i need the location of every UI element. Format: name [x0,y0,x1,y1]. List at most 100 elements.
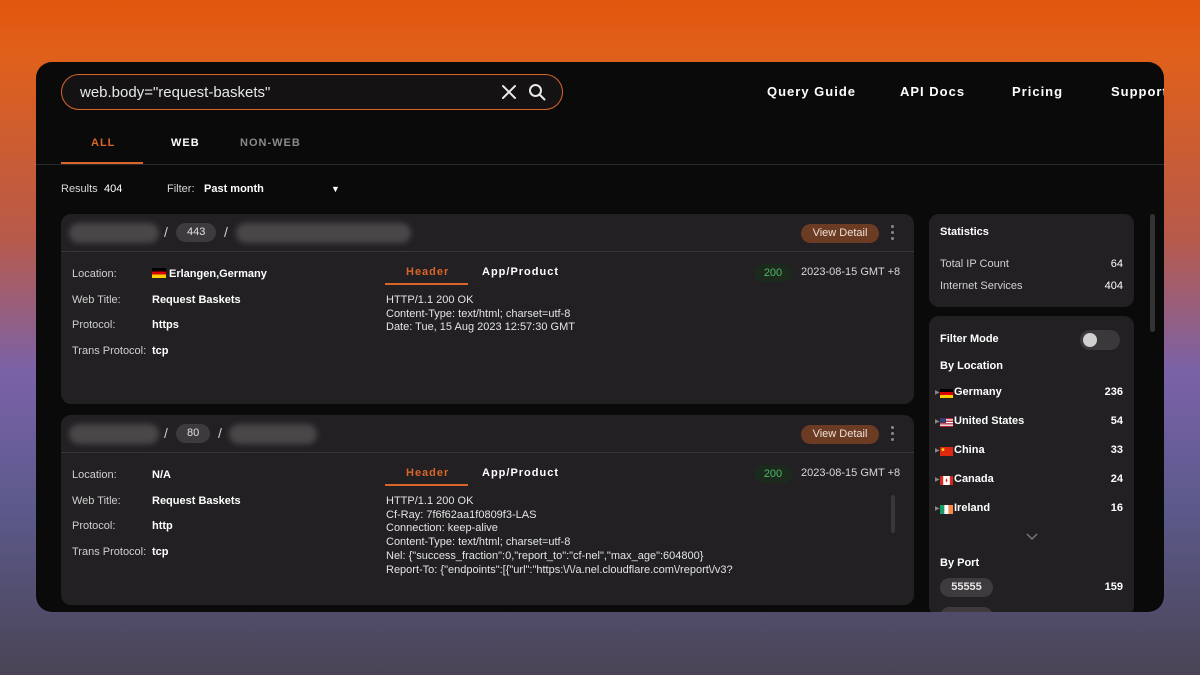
http-response-headers: HTTP/1.1 200 OK Cf-Ray: 7f6f62aa1f0809f3… [386,495,733,576]
statistics-title: Statistics [940,226,989,238]
internet-services-value: 404 [1104,280,1123,292]
ireland-flag-icon [940,505,953,514]
location-filter-canada[interactable]: ▶ Canada 24 [935,473,1123,489]
app-window: web.body="request-baskets" Query Guide A… [36,62,1164,612]
caret-right-icon: ▶ [935,390,940,396]
search-input[interactable]: web.body="request-baskets" [80,84,492,101]
chevron-down-icon[interactable]: ▼ [331,184,340,194]
filter-label: Filter: [167,183,195,195]
location-filter-ireland[interactable]: ▶ Ireland 16 [935,502,1123,518]
page-scrollbar[interactable] [1150,214,1155,332]
canada-flag-icon [940,476,953,485]
china-flag-icon [940,447,953,456]
separator: / [164,224,168,240]
clear-icon[interactable] [498,81,520,103]
caret-right-icon: ▶ [935,448,940,454]
germany-flag-icon [152,268,166,278]
location-name: China [954,444,985,456]
divider [36,164,1164,165]
statistics-panel: Statistics Total IP Count 64 Internet Se… [929,214,1134,307]
filter-mode-toggle[interactable] [1080,330,1120,350]
total-ip-label: Total IP Count [940,258,1009,270]
hostname-redacted [229,424,317,444]
location-name: Canada [954,473,994,485]
protocol-label: Protocol: [72,319,116,331]
view-detail-button[interactable]: View Detail [801,425,879,444]
timestamp: 2023-08-15 GMT +8 [801,467,901,479]
more-options-icon[interactable] [887,426,897,444]
location-filter-germany[interactable]: ▶ Germany 236 [935,386,1123,402]
port-filter-tag[interactable] [940,607,993,612]
web-title-label: Web Title: [72,294,121,306]
location-filter-china[interactable]: ▶ China 33 [935,444,1123,460]
tab-app-product[interactable]: App/Product [482,266,559,278]
by-port-label: By Port [940,557,980,569]
caret-right-icon: ▶ [935,419,940,425]
location-name: Germany [954,386,1002,398]
headers-scrollbar[interactable] [891,495,895,533]
location-count: 33 [1110,444,1123,456]
separator: / [218,425,222,441]
tab-non-web[interactable]: NON-WEB [240,137,301,149]
search-icon[interactable] [526,81,548,103]
more-options-icon[interactable] [887,225,897,243]
tab-header[interactable]: Header [406,266,449,278]
hostname-redacted [236,223,411,243]
trans-protocol-label: Trans Protocol: [72,546,147,558]
location-label: Location: [72,469,117,481]
web-title-value: Request Baskets [152,495,241,507]
separator: / [164,425,168,441]
nav-api-docs[interactable]: API Docs [900,84,965,99]
tab-header[interactable]: Header [406,467,449,479]
location-filter-united-states[interactable]: ▶ United States 54 [935,415,1123,431]
port-badge[interactable]: 443 [176,223,217,242]
port-filter-tag[interactable]: 55555 [940,578,993,597]
results-label: Results [61,183,98,195]
view-detail-button[interactable]: View Detail [801,224,879,243]
card-header: / 80 / View Detail [61,415,914,453]
total-ip-value: 64 [1110,258,1123,270]
protocol-value: http [152,520,173,532]
filter-mode-label: Filter Mode [940,333,999,345]
location-count: 24 [1110,473,1123,485]
protocol-label: Protocol: [72,520,116,532]
status-badge: 200 [754,465,792,483]
trans-protocol-value: tcp [152,546,169,558]
location-value: Erlangen,Germany [152,268,267,280]
tab-web[interactable]: WEB [171,137,200,149]
card-header: / 443 / View Detail [61,214,914,252]
ip-address-redacted [69,424,159,444]
by-location-label: By Location [940,360,1003,372]
active-detail-tab-indicator [385,484,468,486]
location-count: 54 [1110,415,1123,427]
caret-right-icon: ▶ [935,506,940,512]
ip-address-redacted [69,223,159,243]
status-badge: 200 [754,264,792,282]
nav-support[interactable]: Support [1111,84,1164,99]
active-detail-tab-indicator [385,283,468,285]
results-count: 404 [104,183,123,195]
expand-chevron-icon[interactable] [1025,529,1039,543]
caret-right-icon: ▶ [935,477,940,483]
protocol-value: https [152,319,179,331]
web-title-value: Request Baskets [152,294,241,306]
port-filter-count: 159 [1104,581,1123,593]
result-card: / 80 / View Detail Location: N/A Web Tit… [61,415,914,605]
nav-query-guide[interactable]: Query Guide [767,84,856,99]
location-name: Ireland [954,502,991,514]
trans-protocol-value: tcp [152,345,169,357]
nav-pricing[interactable]: Pricing [1012,84,1063,99]
germany-flag-icon [940,389,953,398]
port-badge[interactable]: 80 [176,424,211,443]
us-flag-icon [940,418,953,427]
location-count: 236 [1104,386,1123,398]
separator: / [224,224,228,240]
search-bar[interactable]: web.body="request-baskets" [61,74,563,110]
web-title-label: Web Title: [72,495,121,507]
timestamp: 2023-08-15 GMT +8 [801,266,901,278]
filter-select[interactable]: Past month [204,183,264,195]
tab-app-product[interactable]: App/Product [482,467,559,479]
tab-all[interactable]: ALL [91,137,115,149]
internet-services-label: Internet Services [940,280,1023,292]
location-label: Location: [72,268,117,280]
